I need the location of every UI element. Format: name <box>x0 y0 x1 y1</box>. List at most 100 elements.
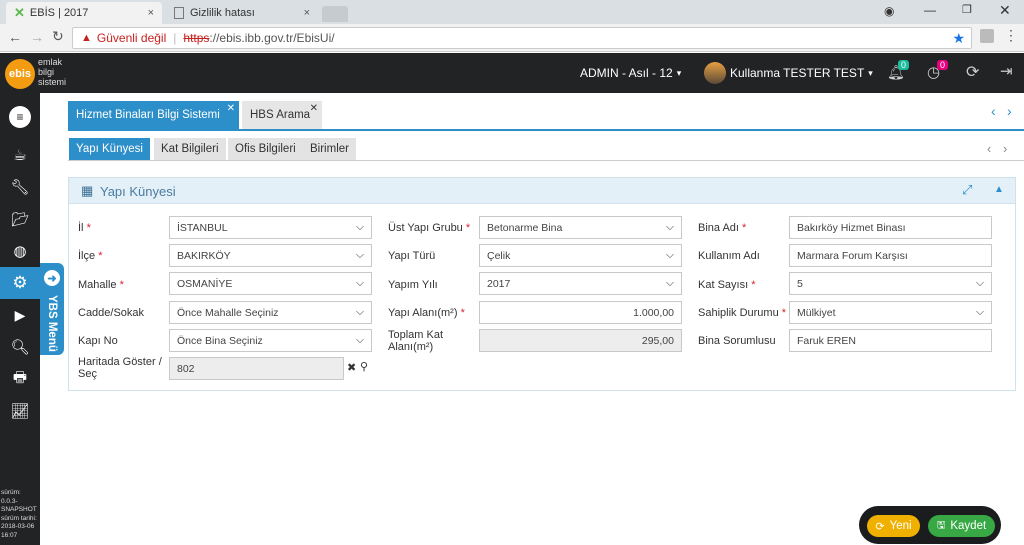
chevron-left-icon[interactable]: ‹ <box>991 103 996 119</box>
window-close-icon[interactable]: ✕ <box>999 2 1011 19</box>
back-icon[interactable]: ← <box>8 29 22 45</box>
new-button[interactable]: ⟳ Yeni <box>867 515 920 537</box>
logout-icon[interactable]: ⇥ <box>1000 62 1013 80</box>
label-bina-sorumlusu: Bina Sorumlusu <box>698 335 776 347</box>
select-yapim-yili[interactable]: 2017 ⌵ <box>479 272 682 295</box>
chevron-down-icon: ⌵ <box>666 277 674 289</box>
label-mahalle: Mahalle * <box>78 279 124 291</box>
refresh-icon[interactable]: ⟳ <box>966 62 979 82</box>
ybs-menu-tab[interactable]: ➜ YBS Menü <box>40 263 64 355</box>
globe-icon[interactable]: ◍ <box>0 235 40 267</box>
page-favicon-icon <box>174 7 184 19</box>
logo-subtitle: emlak bilgi sistemi <box>38 57 67 87</box>
close-tab-icon[interactable]: × <box>304 7 310 19</box>
menu-toggle[interactable]: ≡ <box>0 101 40 133</box>
select-yapi-turu[interactable]: Çelik ⌵ <box>479 244 682 267</box>
gear-icon[interactable]: ⚙︎ <box>0 267 40 299</box>
label-kat-sayisi: Kat Sayısı * <box>698 279 756 291</box>
browser-tab-ebis[interactable]: ✕ EBİS | 2017 × <box>6 2 162 24</box>
subtab-birimler[interactable]: Birimler <box>303 138 356 160</box>
select-cadde-sokak[interactable]: Önce Mahalle Seçiniz ⌵ <box>169 301 372 324</box>
label-yapi-turu: Yapı Türü <box>388 250 436 262</box>
label-cadde-sokak: Cadde/Sokak <box>78 307 145 319</box>
chevron-down-icon: ⌵ <box>356 221 364 233</box>
forward-icon[interactable]: → <box>30 29 44 45</box>
select-ilce[interactable]: BAKIRKÖY ⌵ <box>169 244 372 267</box>
minimize-icon[interactable]: — <box>924 3 936 17</box>
print-icon[interactable]: 🖶 <box>0 363 40 395</box>
avatar[interactable] <box>704 62 726 84</box>
label-toplam-kat-alani: Toplam Kat Alanı(m²) <box>388 329 444 353</box>
address-bar[interactable]: ▲ Güvenli değil | https ://ebis.ibb.gov.… <box>72 27 972 49</box>
browser-menu-icon[interactable]: ⋮ <box>1004 27 1018 44</box>
collapse-icon[interactable]: ▲ <box>994 184 1004 195</box>
chevron-left-icon[interactable]: ‹ <box>987 141 991 156</box>
chevron-down-icon: ⌵ <box>356 334 364 346</box>
select-kat-sayisi[interactable]: 5 ⌵ <box>789 272 992 295</box>
select-mahalle[interactable]: OSMANİYE ⌵ <box>169 272 372 295</box>
folder-open-icon[interactable]: 📂︎ <box>0 203 40 235</box>
tab-hbs-arama[interactable]: HBS Arama ✕ <box>242 101 322 129</box>
input-kullanim-adi[interactable]: Marmara Forum Karşısı <box>789 244 992 267</box>
restore-icon[interactable]: ❐ <box>962 3 972 16</box>
arrow-circle-right-icon: ➜ <box>44 270 60 286</box>
select-sahiplik-durumu[interactable]: Mülkiyet ⌵ <box>789 301 992 324</box>
ebis-logo[interactable]: ebis <box>5 59 35 89</box>
save-button[interactable]: 🖫 Kaydet <box>928 515 995 537</box>
url-scheme: https <box>183 31 210 45</box>
security-label[interactable]: Güvenli değil <box>97 31 166 45</box>
map-marker-icon[interactable]: ⚲ <box>360 360 368 373</box>
chevron-down-icon: ⌵ <box>356 306 364 318</box>
subtab-divider <box>68 160 1024 161</box>
search-icon[interactable]: 🔍︎ <box>0 331 40 363</box>
label-kapi-no: Kapı No <box>78 335 118 347</box>
user-menu[interactable]: Kullanma TESTER TEST ▾ <box>730 66 873 80</box>
clear-icon[interactable]: ✖ <box>347 361 356 374</box>
subtab-yapi-kunyesi[interactable]: Yapı Künyesi <box>69 138 150 160</box>
wrench-icon[interactable]: 🔧︎ <box>0 171 40 203</box>
coffee-icon[interactable]: ☕︎ <box>0 139 40 171</box>
tab-underline <box>68 129 1024 131</box>
panel-header: ▦ Yapı Künyesi ⤢ ▲ <box>69 178 1015 204</box>
new-tab-button[interactable] <box>322 6 348 22</box>
tab-hizmet-binalari[interactable]: Hizmet Binaları Bilgi Sistemi ✕ <box>68 101 239 129</box>
floppy-disk-icon: 🖫 <box>936 519 946 531</box>
input-bina-adi[interactable]: Bakırköy Hizmet Binası <box>789 216 992 239</box>
chevron-down-icon: ⌵ <box>356 277 364 289</box>
line-chart-icon[interactable]: 📈︎ <box>0 395 40 427</box>
profile-icon[interactable]: ◉ <box>884 4 894 18</box>
select-il[interactable]: İSTANBUL ⌵ <box>169 216 372 239</box>
role-selector[interactable]: ADMIN - Asıl - 12 ▾ <box>580 66 681 80</box>
subtab-ofis-bilgileri[interactable]: Ofis Bilgileri <box>228 138 303 160</box>
reload-icon[interactable]: ↻ <box>52 28 64 45</box>
browser-tab-strip: ✕ EBİS | 2017 × Gizlilik hatası × ◉ — ❐ … <box>0 0 1024 24</box>
play-circle-icon[interactable]: ▶ <box>0 299 40 331</box>
label-yapi-alani: Yapı Alanı(m²) * <box>388 307 465 319</box>
bookmark-star-icon[interactable]: ★ <box>952 30 965 47</box>
input-bina-sorumlusu[interactable]: Faruk EREN <box>789 329 992 352</box>
close-tab-icon[interactable]: × <box>148 7 154 19</box>
input-yapi-alani[interactable]: 1.000,00 <box>479 301 682 324</box>
hamburger-icon: ≡ <box>9 106 31 128</box>
label-kullanim-adi: Kullanım Adı <box>698 250 760 262</box>
select-kapi-no[interactable]: Önce Bina Seçiniz ⌵ <box>169 329 372 352</box>
chevron-right-icon[interactable]: › <box>1003 141 1007 156</box>
ebis-favicon-icon: ✕ <box>14 5 25 20</box>
user-name: Kullanma TESTER TEST <box>730 66 865 80</box>
browser-tab-title: Gizlilik hatası <box>190 7 255 19</box>
map-parcel-field[interactable]: 802 <box>169 357 344 380</box>
close-tab-icon[interactable]: ✕ <box>310 103 318 114</box>
refresh-icon: ⟳ <box>875 520 885 533</box>
url-text: ://ebis.ibb.gov.tr/EbisUi/ <box>209 31 335 45</box>
close-tab-icon[interactable]: ✕ <box>227 103 235 114</box>
browser-tab-privacy[interactable]: Gizlilik hatası × <box>166 2 318 24</box>
label-ilce: İlçe * <box>78 250 103 262</box>
extension-icon[interactable] <box>980 29 994 43</box>
expand-icon[interactable]: ⤢ <box>962 182 972 198</box>
chevron-down-icon: ⌵ <box>666 221 674 233</box>
select-ust-yapi-grubu[interactable]: Betonarme Bina ⌵ <box>479 216 682 239</box>
subtab-kat-bilgileri[interactable]: Kat Bilgileri <box>154 138 226 160</box>
timer-badge: 0 <box>937 60 949 70</box>
app-header: ebis emlak bilgi sistemi ADMIN - Asıl - … <box>0 53 1024 93</box>
chevron-right-icon[interactable]: › <box>1007 103 1012 119</box>
